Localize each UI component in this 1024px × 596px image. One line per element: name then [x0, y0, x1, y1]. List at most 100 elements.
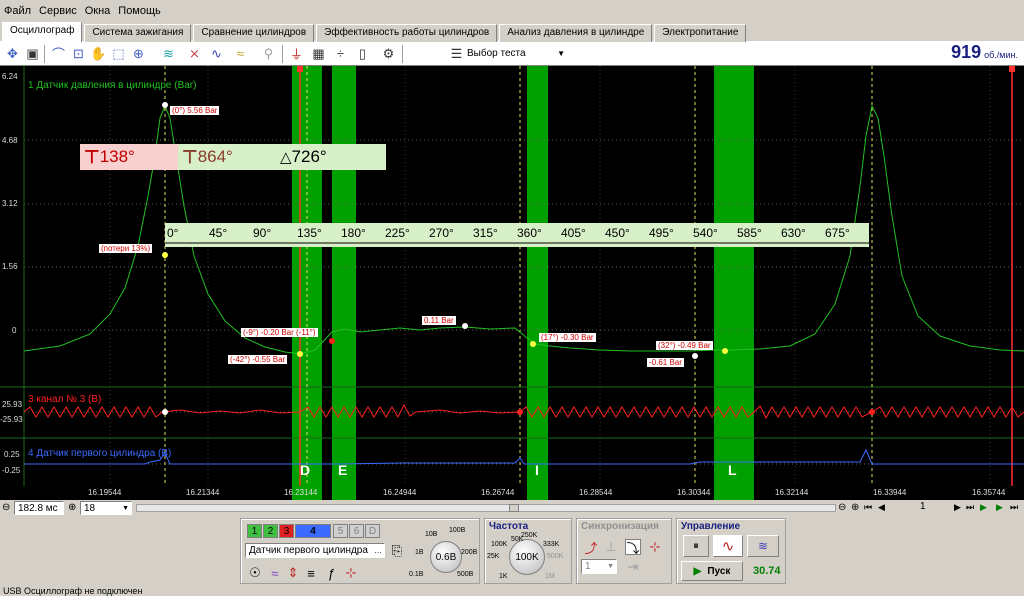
sync-auto-icon[interactable]: ⊹ — [647, 539, 663, 555]
count-select[interactable]: 18 ▼ — [80, 501, 132, 515]
wave-compare-icon[interactable]: ≈ — [232, 45, 249, 62]
select-icon[interactable]: ⬚ — [110, 45, 127, 62]
continuous-mode-button[interactable]: ≋ — [747, 535, 779, 557]
zoom-area-icon[interactable]: ⊡ — [70, 45, 87, 62]
next-page-icon[interactable]: ▶ — [954, 502, 961, 513]
channel-button-6[interactable]: 6 — [349, 524, 364, 538]
waves-icon[interactable]: ∿ — [208, 45, 225, 62]
tab-oscilloscope[interactable]: Осциллограф — [2, 22, 83, 42]
single-mode-button[interactable]: ∿ — [713, 535, 743, 557]
channel-button-1[interactable]: 1 — [247, 524, 262, 538]
control-value: 30.74 — [753, 565, 781, 577]
filter-icon[interactable]: ⏚ — [288, 45, 305, 62]
zoom-in-icon[interactable]: ⊕ — [851, 502, 859, 513]
annotation-a4: (17°) -0.30 Bar — [539, 333, 596, 342]
end-icon[interactable]: ⏭ — [1010, 502, 1018, 513]
sensor-select[interactable]: Датчик первого цилиндра … — [245, 543, 385, 558]
sync-edge-icon[interactable]: ⊥ — [603, 539, 619, 555]
timebase-plus-icon[interactable]: ⊕ — [68, 502, 76, 513]
sync-arrows-icon[interactable]: ⇥ — [625, 559, 641, 575]
probe-icon[interactable]: ☉ — [247, 565, 263, 581]
menu-windows[interactable]: Окна — [85, 5, 111, 17]
channel-button-3[interactable]: 3 — [279, 524, 294, 538]
voltage-dial-value: 0.6В — [435, 551, 457, 563]
stack-icon[interactable]: ≋ — [160, 45, 177, 62]
voltage-dial-knob[interactable]: 0.6В — [430, 541, 462, 573]
oscilloscope-view[interactable]: 6.24 4.68 3.12 1.56 0 25.93 -25.93 0.25 … — [0, 66, 1024, 500]
scroll-thumb[interactable] — [509, 504, 519, 512]
menu-file[interactable]: Файл — [4, 5, 31, 17]
play-icon[interactable]: ▶ — [980, 502, 987, 513]
last-page-icon[interactable]: ⏭ — [966, 502, 974, 513]
angle-tick: 0° — [167, 226, 179, 240]
voltage-dial[interactable]: 0.6В 10В 100В 200В 500В 0.1В 1В — [409, 527, 479, 583]
timebase-minus-icon[interactable]: ⊖ — [2, 502, 10, 513]
rpm-value: 919 — [951, 42, 982, 62]
cursor-config-icon[interactable]: ⊹ — [343, 565, 359, 581]
channel-button-2[interactable]: 2 — [263, 524, 278, 538]
cursor-handle-right[interactable] — [1009, 66, 1015, 72]
hand-icon[interactable]: ✋ — [90, 45, 107, 62]
play-fast-icon[interactable]: ▶ — [996, 502, 1003, 513]
marker-icon[interactable]: ⚲ — [260, 45, 277, 62]
point-a2 — [297, 351, 303, 357]
tab-ignition[interactable]: Система зажигания — [84, 24, 192, 42]
y-tick: 25.93 — [2, 400, 23, 409]
tab-cylinder-compare[interactable]: Сравнение цилиндров — [193, 24, 315, 42]
channel4-trace — [24, 448, 1024, 465]
frequency-dial[interactable]: 100K — [509, 539, 545, 575]
dial-label: 10В — [425, 531, 438, 538]
annotation-a6: -0.61 Bar — [647, 358, 684, 367]
channel-button-4[interactable]: 4 — [295, 524, 331, 538]
sync-title: Синхронизация — [581, 521, 659, 532]
zoom-out-icon[interactable]: ⊖ — [838, 502, 846, 513]
channel-button-5[interactable]: 5 — [333, 524, 348, 538]
tab-cylinder-efficiency[interactable]: Эффективность работы цилиндров — [316, 24, 498, 42]
function-icon[interactable]: ƒ — [323, 565, 339, 581]
sync-falling-icon[interactable]: ⤵ — [625, 539, 641, 556]
cursor-icon[interactable]: ✥ — [4, 45, 21, 62]
page-icon[interactable]: ▯ — [354, 45, 371, 62]
channel-button-d[interactable]: D — [365, 524, 380, 538]
measure-icon[interactable]: ⌒ — [50, 45, 67, 62]
save-icon[interactable]: ▣ — [24, 45, 41, 62]
timebase-field[interactable]: 182.8 мс — [14, 501, 64, 515]
frequency-dial-value: 100K — [515, 551, 539, 563]
test-select[interactable]: Выбор теста ▼ — [443, 44, 569, 62]
sync-group: Синхронизация ⤴ ⊥ ⤵ ⊹ 1 ▼ ⇥ — [576, 518, 672, 584]
phase-label-l: L — [728, 462, 737, 478]
annotation-peak: (0°) 5.56 Bar — [170, 106, 220, 115]
invert-icon[interactable]: ⇕ — [285, 565, 301, 581]
scroll-track[interactable] — [136, 504, 836, 512]
sync-rising-icon[interactable]: ⤴ — [583, 539, 599, 556]
tab-bar: Осциллограф Система зажигания Сравнение … — [0, 22, 1024, 42]
channel4-label: 4 Датчик первого цилиндра (В) — [28, 448, 172, 459]
cross-icon[interactable]: ⨯ — [186, 45, 203, 62]
wave-icon[interactable]: ≈ — [267, 565, 283, 581]
pause-button[interactable]: ⏸ — [683, 535, 709, 557]
auto-icon[interactable]: ⚙ — [380, 45, 397, 62]
sync-channel-select[interactable]: 1 ▼ — [581, 559, 617, 574]
split-icon[interactable]: ÷ — [332, 45, 349, 62]
phase-band-e — [332, 66, 356, 500]
more-icon: … — [374, 546, 382, 555]
x-tick: 16.30344 — [677, 488, 711, 497]
first-page-icon[interactable]: ⏮ — [864, 502, 872, 513]
prev-page-icon[interactable]: ◀ — [878, 502, 885, 513]
lines-icon[interactable]: ≡ — [303, 565, 319, 581]
start-button[interactable]: ▶ Пуск — [681, 561, 743, 581]
sensor-config-icon[interactable]: ⎘ — [389, 543, 405, 559]
play-icon: ▶ — [693, 565, 702, 577]
tab-power[interactable]: Электропитание — [654, 24, 747, 42]
menu-help[interactable]: Помощь — [118, 5, 161, 17]
grid-icon[interactable]: ▦ — [310, 45, 327, 62]
menu-service[interactable]: Сервис — [39, 5, 77, 17]
zoom-icon[interactable]: ⊕ — [130, 45, 147, 62]
tab-pressure-analysis[interactable]: Анализ давления в цилиндре — [499, 24, 653, 42]
cursor-handle-left[interactable] — [297, 66, 303, 72]
freq-label: 1M — [545, 573, 555, 580]
pause-icon: ⏸ — [693, 539, 699, 552]
ch3-marker — [869, 409, 875, 415]
angle-scale[interactable]: 0° 45° 90° 135° 180° 225° 270° 315° 360°… — [165, 223, 869, 247]
angle-tick: 270° — [429, 226, 454, 240]
